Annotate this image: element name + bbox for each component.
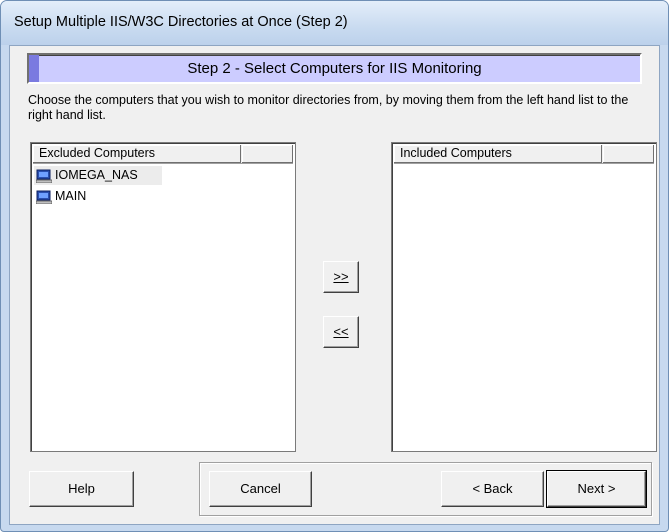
instructions-text: Choose the computers that you wish to mo… xyxy=(28,93,629,122)
included-column-header[interactable]: Included Computers xyxy=(394,145,602,163)
dialog-window: Setup Multiple IIS/W3C Directories at On… xyxy=(0,0,669,532)
dialog-body: Step 2 - Select Computers for IIS Monito… xyxy=(9,45,660,525)
list-item-main[interactable]: MAIN xyxy=(34,187,86,206)
remove-from-included-button[interactable]: << xyxy=(323,316,359,348)
excluded-extra-column-header[interactable] xyxy=(242,145,293,163)
computer-icon xyxy=(36,190,52,204)
included-computers-list[interactable]: Included Computers xyxy=(391,142,657,452)
window-title: Setup Multiple IIS/W3C Directories at On… xyxy=(14,14,348,30)
excluded-list-header: Excluded Computers xyxy=(33,145,293,164)
cancel-button[interactable]: Cancel xyxy=(209,471,312,507)
excluded-computers-list[interactable]: Excluded Computers IOMEGA_NAS MAIN xyxy=(30,142,296,452)
included-extra-column-header[interactable] xyxy=(603,145,654,163)
add-button-label: >> xyxy=(333,269,349,284)
step-banner: Step 2 - Select Computers for IIS Monito… xyxy=(27,53,642,84)
back-button[interactable]: < Back xyxy=(441,471,544,507)
next-button[interactable]: Next > xyxy=(546,470,647,508)
list-item-iomega-nas[interactable]: IOMEGA_NAS xyxy=(34,166,162,185)
included-list-header: Included Computers xyxy=(394,145,654,164)
step-banner-text: Step 2 - Select Computers for IIS Monito… xyxy=(187,60,482,77)
list-item-label: IOMEGA_NAS xyxy=(55,168,138,182)
excluded-column-header[interactable]: Excluded Computers xyxy=(33,145,241,163)
remove-button-label: << xyxy=(333,324,349,339)
title-bar[interactable]: Setup Multiple IIS/W3C Directories at On… xyxy=(1,1,668,45)
computer-icon xyxy=(36,169,52,183)
help-button[interactable]: Help xyxy=(29,471,134,507)
add-to-included-button[interactable]: >> xyxy=(323,261,359,293)
list-item-label: MAIN xyxy=(55,189,87,203)
